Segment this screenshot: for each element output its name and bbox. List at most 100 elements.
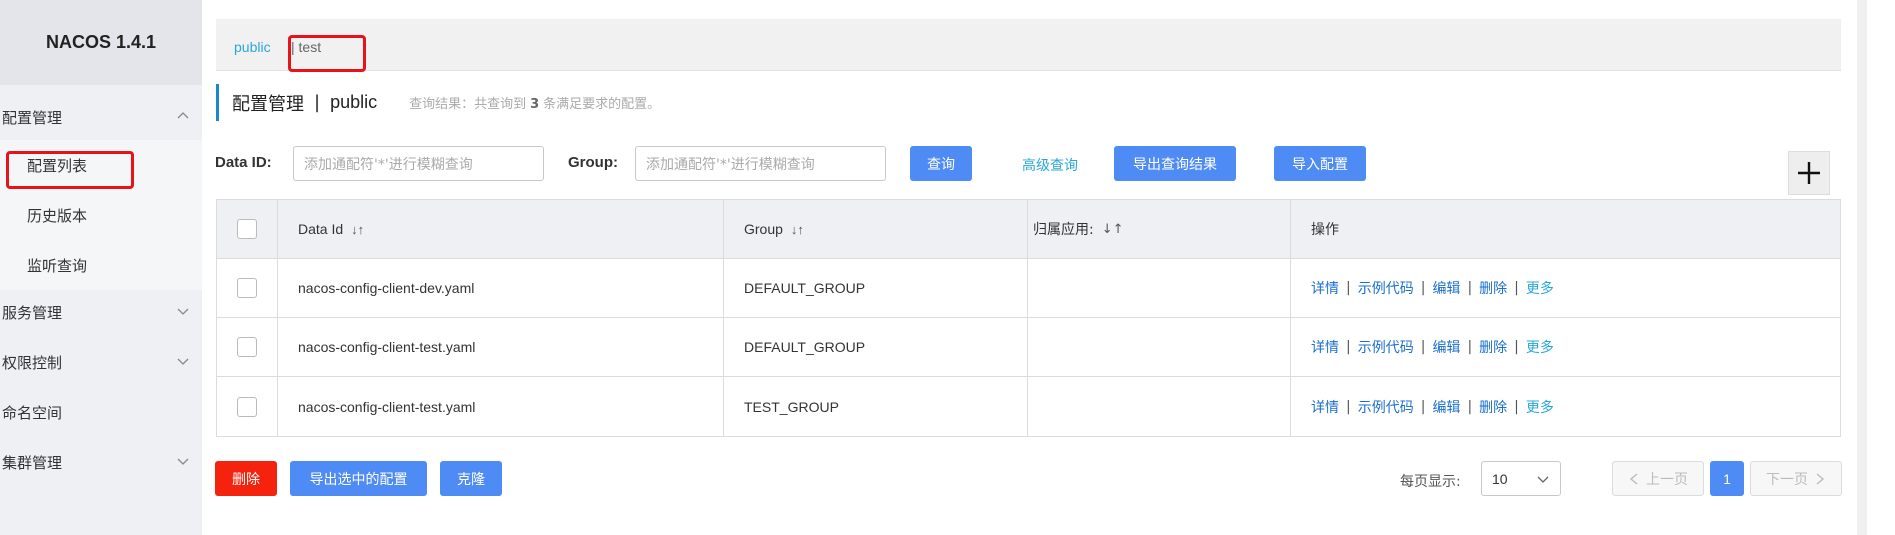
result-suffix: 条满足要求的配置。: [543, 97, 661, 112]
app-logo: NACOS 1.4.1: [0, 0, 202, 85]
ops-cell: 详情 | 示例代码 | 编辑 | 删除 | 更多: [1311, 397, 1554, 417]
nacos-console: NACOS 1.4.1 配置管理 配置列表 历史版本 监听查询 服务管理 权限控…: [0, 0, 1895, 535]
group-cell: DEFAULT_GROUP: [724, 318, 1028, 376]
menu-label: 监听查询: [27, 256, 88, 275]
current-namespace: public: [330, 92, 378, 112]
sort-icon[interactable]: ↓↑: [791, 222, 804, 237]
chevron-down-icon: [1537, 476, 1549, 483]
menu-label: 权限控制: [2, 353, 63, 372]
chevron-down-icon: [177, 308, 189, 315]
table-row: nacos-config-client-test.yaml DEFAULT_GR…: [217, 318, 1840, 377]
app-cell: [1028, 377, 1291, 436]
config-table: Data Id ↓↑ Group ↓↑ 归属应用: ↓↑ 操作 nacos-co…: [216, 199, 1841, 437]
next-page-button[interactable]: 下一页: [1750, 461, 1842, 496]
dataid-search-input[interactable]: 添加通配符'*'进行模糊查询: [293, 146, 544, 181]
chevron-right-icon: [1816, 472, 1825, 485]
header-label: Data Id: [298, 221, 344, 237]
table-row: nacos-config-client-test.yaml TEST_GROUP…: [217, 377, 1840, 436]
row-checkbox[interactable]: [237, 337, 257, 357]
chevron-down-icon: [177, 458, 189, 465]
menu-namespace[interactable]: 命名空间: [0, 387, 202, 437]
menu-cluster-management[interactable]: 集群管理: [0, 437, 202, 487]
edit-link[interactable]: 编辑: [1432, 278, 1460, 298]
more-link[interactable]: 更多: [1526, 397, 1554, 417]
header-dataid[interactable]: Data Id ↓↑: [278, 200, 724, 258]
detail-link[interactable]: 详情: [1311, 337, 1339, 357]
select-cell: [217, 259, 278, 317]
dataid-cell: nacos-config-client-test.yaml: [278, 318, 724, 376]
header-group[interactable]: Group ↓↑: [724, 200, 1028, 258]
menu-label: 配置管理: [2, 108, 63, 127]
page-title: 配置管理: [232, 93, 304, 115]
page-size-value: 10: [1492, 470, 1508, 487]
table-header: Data Id ↓↑ Group ↓↑ 归属应用: ↓↑ 操作: [217, 200, 1840, 259]
group-search-input[interactable]: 添加通配符'*'进行模糊查询: [635, 146, 886, 181]
dataid-cell: nacos-config-client-dev.yaml: [278, 259, 724, 317]
highlight-box: [288, 35, 366, 72]
detail-link[interactable]: 详情: [1311, 397, 1339, 417]
sidebar-item-listener-query[interactable]: 监听查询: [0, 240, 202, 290]
export-selected-button[interactable]: 导出选中的配置: [290, 461, 427, 496]
vertical-scrollbar[interactable]: [1857, 0, 1867, 535]
page-header: 配置管理 | public 查询结果：共查询到 3 条满足要求的配置。: [216, 84, 660, 121]
prev-page-button[interactable]: 上一页: [1612, 461, 1704, 496]
chevron-left-icon: [1629, 472, 1638, 485]
sidebar: NACOS 1.4.1 配置管理 配置列表 历史版本 监听查询 服务管理 权限控…: [0, 0, 202, 535]
import-config-button[interactable]: 导入配置: [1274, 146, 1366, 181]
group-cell: DEFAULT_GROUP: [724, 259, 1028, 317]
plus-icon: [1798, 162, 1820, 184]
header-select-cell: [217, 200, 278, 258]
edit-link[interactable]: 编辑: [1432, 397, 1460, 417]
detail-link[interactable]: 详情: [1311, 278, 1339, 298]
group-cell: TEST_GROUP: [724, 377, 1028, 436]
batch-delete-button[interactable]: 删除: [215, 461, 277, 496]
sample-code-link[interactable]: 示例代码: [1358, 337, 1414, 357]
add-config-button[interactable]: [1788, 151, 1830, 195]
delete-link[interactable]: 删除: [1479, 337, 1507, 357]
delete-link[interactable]: 删除: [1479, 278, 1507, 298]
query-button[interactable]: 查询: [910, 146, 972, 181]
clone-button[interactable]: 克隆: [440, 461, 502, 496]
sort-icon[interactable]: ↓↑: [1102, 222, 1124, 237]
prev-page-label: 上一页: [1646, 471, 1688, 488]
result-count: 3: [530, 97, 540, 112]
sample-code-link[interactable]: 示例代码: [1358, 278, 1414, 298]
header-app[interactable]: 归属应用: ↓↑: [1028, 200, 1291, 258]
menu-service-management[interactable]: 服务管理: [0, 287, 202, 337]
chevron-up-icon: [177, 112, 189, 119]
ops-cell: 详情 | 示例代码 | 编辑 | 删除 | 更多: [1311, 278, 1554, 298]
delete-link[interactable]: 删除: [1479, 397, 1507, 417]
page-1-button[interactable]: 1: [1710, 461, 1744, 496]
next-page-label: 下一页: [1766, 471, 1808, 488]
more-link[interactable]: 更多: [1526, 337, 1554, 357]
app-cell: [1028, 318, 1291, 376]
export-results-button[interactable]: 导出查询结果: [1114, 146, 1236, 181]
row-checkbox[interactable]: [237, 396, 257, 417]
select-all-checkbox[interactable]: [237, 219, 257, 239]
namespace-bar: public | test: [216, 19, 1841, 71]
menu-config-management[interactable]: 配置管理: [0, 92, 202, 142]
header-label: 操作: [1311, 222, 1339, 238]
ops-cell: 详情 | 示例代码 | 编辑 | 删除 | 更多: [1311, 337, 1554, 357]
page-size-label: 每页显示:: [1400, 474, 1461, 490]
sample-code-link[interactable]: 示例代码: [1358, 397, 1414, 417]
menu-label: 集群管理: [2, 453, 63, 472]
header-ops: 操作: [1291, 200, 1840, 258]
title-separator: |: [314, 92, 321, 113]
menu-access-control[interactable]: 权限控制: [0, 337, 202, 387]
namespace-public-link[interactable]: public: [234, 39, 271, 55]
sort-icon[interactable]: ↓↑: [351, 222, 364, 237]
app-cell: [1028, 259, 1291, 317]
more-link[interactable]: 更多: [1526, 278, 1554, 298]
menu-label: 历史版本: [27, 206, 88, 225]
edit-link[interactable]: 编辑: [1432, 337, 1460, 357]
advanced-query-link[interactable]: 高级查询: [1022, 155, 1078, 175]
page-size-select[interactable]: 10: [1481, 461, 1561, 496]
dataid-label: Data ID:: [215, 154, 272, 171]
result-prefix: 查询结果：共查询到: [409, 97, 527, 112]
sidebar-item-history[interactable]: 历史版本: [0, 190, 202, 240]
header-label: Group: [744, 221, 783, 237]
chevron-down-icon: [177, 358, 189, 365]
header-label: 归属应用:: [1033, 222, 1094, 238]
row-checkbox[interactable]: [237, 278, 257, 298]
